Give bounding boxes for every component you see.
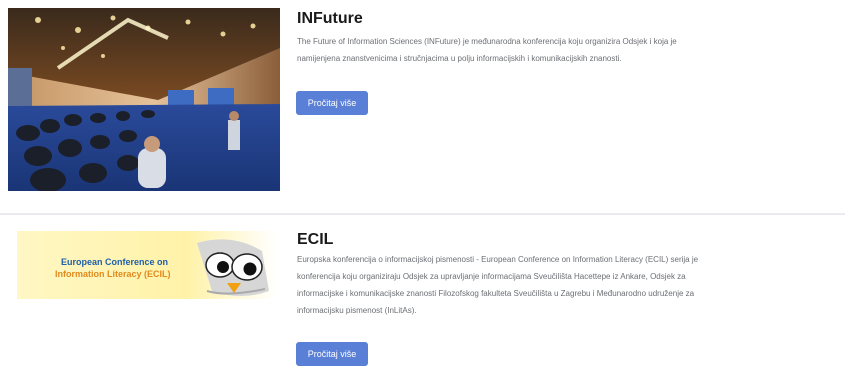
conference-hall-image bbox=[8, 8, 280, 191]
conference-description: The Future of Information Sciences (INFu… bbox=[297, 37, 677, 63]
infuture-photo[interactable] bbox=[8, 8, 280, 191]
conference-card-ecil: European Conference on Information Liter… bbox=[0, 218, 845, 372]
ecil-logo-line2: Information Literacy (ECIL) bbox=[55, 269, 171, 279]
conference-description: Europska konferencija o informacijskoj p… bbox=[297, 255, 699, 315]
read-more-button[interactable]: Pročitaj više bbox=[296, 91, 368, 115]
read-more-button[interactable]: Pročitaj više bbox=[296, 342, 368, 366]
ecil-logo-line1: European Conference on bbox=[61, 257, 168, 267]
ecil-logo: European Conference on Information Liter… bbox=[17, 231, 277, 299]
conference-card-infuture: INFuture The Future of Information Scien… bbox=[0, 0, 845, 212]
ecil-logo-image[interactable]: European Conference on Information Liter… bbox=[17, 231, 277, 299]
divider bbox=[0, 213, 845, 215]
conference-title: INFuture bbox=[297, 10, 363, 27]
conference-title: ECIL bbox=[297, 231, 334, 248]
